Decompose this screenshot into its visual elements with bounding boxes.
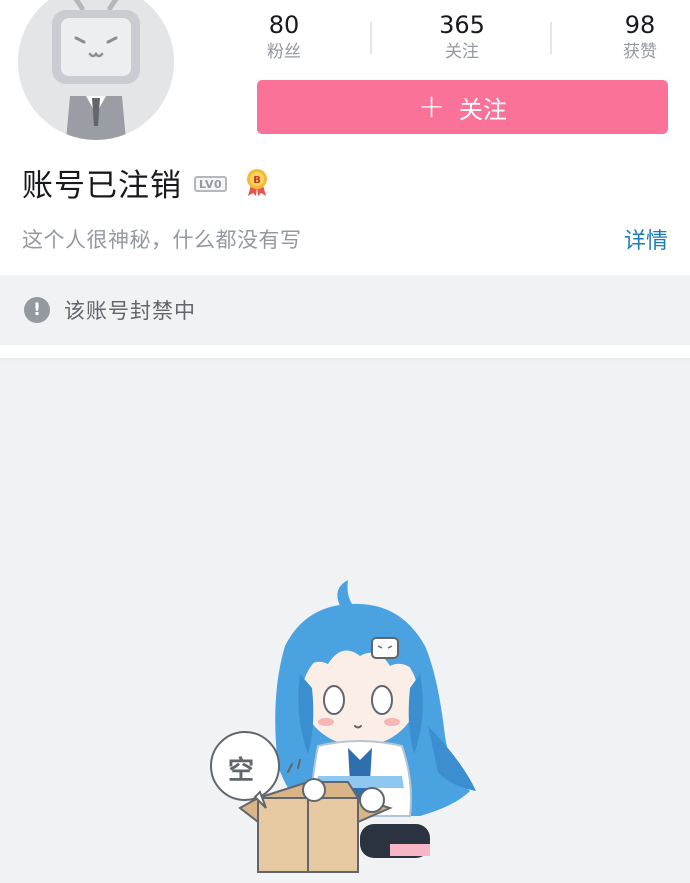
empty-box-mascot-illustration (210, 580, 476, 873)
followers-label: 粉丝 (267, 42, 301, 62)
avatar[interactable] (18, 0, 174, 140)
empty-bubble-text: 空 (228, 756, 255, 786)
plus-icon: + (418, 86, 445, 125)
banned-notice: ! 该账号封禁中 (0, 275, 690, 345)
exclamation-icon: ! (24, 297, 50, 323)
stat-divider (370, 22, 372, 54)
bio-text: 这个人很神秘，什么都没有写 (22, 228, 302, 252)
stat-following[interactable]: 365 关注 (422, 10, 502, 64)
likes-label: 获赞 (623, 42, 657, 62)
level-badge: LV0 (194, 176, 228, 192)
stat-likes[interactable]: 98 获赞 (600, 10, 680, 64)
followers-count: 80 (268, 11, 300, 39)
stats-bar: 80 粉丝 365 关注 98 获赞 (252, 10, 672, 68)
details-link[interactable]: 详情 (624, 223, 668, 255)
profile-header: 80 粉丝 365 关注 98 获赞 + 关注 账号已注销 LV0 B 这个人很… (0, 0, 690, 275)
follow-button-label: 关注 (458, 95, 507, 124)
banned-notice-text: 该账号封禁中 (64, 299, 196, 323)
stat-divider (550, 22, 552, 54)
medal-icon[interactable]: B (243, 167, 271, 197)
profile-page: 80 粉丝 365 关注 98 获赞 + 关注 账号已注销 LV0 B 这个人很… (0, 0, 690, 883)
following-count: 365 (439, 11, 485, 39)
svg-text:B: B (253, 175, 261, 186)
name-row: 账号已注销 LV0 B (22, 160, 271, 204)
stat-followers[interactable]: 80 粉丝 (244, 10, 324, 64)
bilibili-tv-avatar-icon (18, 0, 174, 140)
following-label: 关注 (445, 42, 479, 62)
empty-state: 空 (0, 361, 690, 883)
likes-count: 98 (624, 11, 656, 39)
follow-button[interactable]: + 关注 (257, 80, 668, 134)
username: 账号已注销 (22, 167, 182, 204)
